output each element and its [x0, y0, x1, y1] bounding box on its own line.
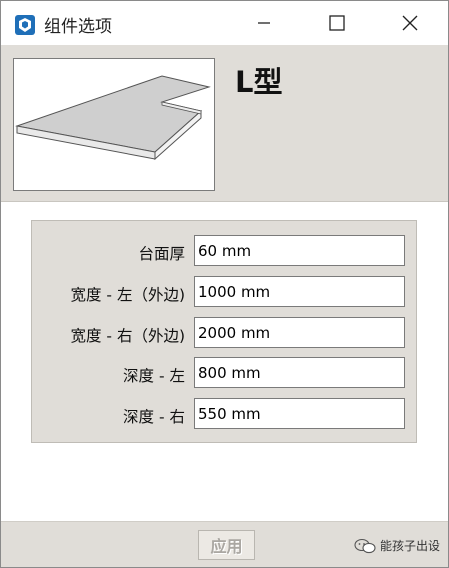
l-shape-countertop-thumbnail	[15, 75, 211, 161]
window-title: 组件选项	[44, 17, 112, 37]
width-right-label: 宽度 - 右（外边)	[70, 327, 186, 345]
apply-button[interactable]: 应用	[198, 530, 255, 560]
thickness-label: 台面厚	[138, 245, 185, 263]
depth-left-input[interactable]	[194, 357, 405, 388]
close-icon	[402, 15, 418, 31]
depth-right-input[interactable]	[194, 398, 405, 429]
depth-left-label: 深度 - 左	[123, 367, 185, 385]
watermark: 能孩子出设	[354, 537, 440, 554]
minimize-button[interactable]	[241, 1, 287, 45]
wechat-icon	[354, 538, 376, 553]
maximize-button[interactable]	[314, 1, 360, 45]
component-preview	[13, 58, 215, 191]
width-right-input[interactable]	[194, 317, 405, 348]
model-name: L型	[235, 65, 283, 99]
thickness-input[interactable]	[194, 235, 405, 266]
sketchup-icon	[15, 15, 35, 35]
field-row-width-right: 宽度 - 右（外边)	[32, 317, 418, 351]
component-options-window: 组件选项 L型 台面厚 60 mm 宽度 - 左（外边) 1000 mm 宽度 …	[0, 0, 449, 568]
dimensions-form: 台面厚 宽度 - 左（外边) 宽度 - 右（外边) 深度 - 左 深度 - 右	[31, 220, 417, 443]
title-bar: 组件选项	[1, 1, 448, 45]
dialog-footer: 应用 能孩子出设	[1, 521, 448, 567]
width-left-label: 宽度 - 左（外边)	[70, 286, 186, 304]
field-row-thickness: 台面厚	[32, 235, 418, 269]
close-button[interactable]	[387, 1, 433, 45]
depth-right-label: 深度 - 右	[123, 408, 185, 426]
field-row-depth-left: 深度 - 左	[32, 357, 418, 391]
field-row-depth-right: 深度 - 右	[32, 398, 418, 432]
watermark-text: 能孩子出设	[379, 539, 440, 553]
maximize-icon	[329, 15, 345, 31]
width-left-input[interactable]	[194, 276, 405, 307]
field-row-width-left: 宽度 - 左（外边)	[32, 276, 418, 310]
minimize-icon	[258, 22, 270, 24]
component-header: L型	[1, 45, 448, 202]
